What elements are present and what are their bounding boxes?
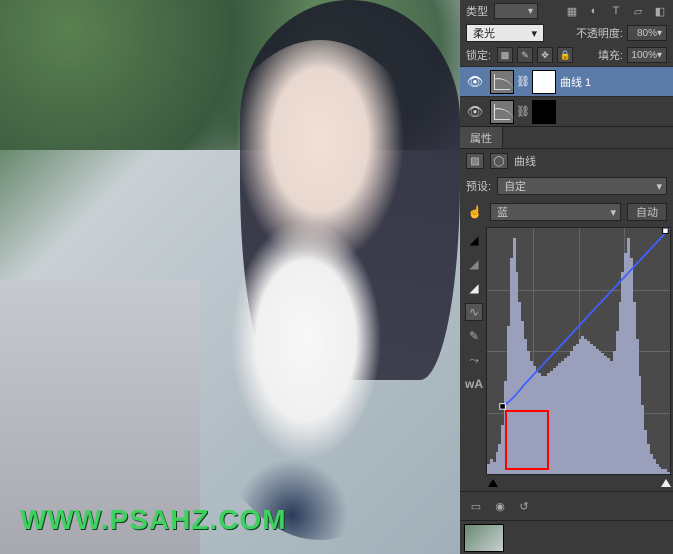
- lock-position-icon[interactable]: ✥: [537, 47, 553, 63]
- highlight-annotation: [505, 410, 549, 470]
- fill-field[interactable]: 100% ▾: [627, 47, 667, 63]
- layers-panel: 类型 ▾ ▦ ◐ T ▱ ◧ 柔光 ▾ 不透明度: 80%: [460, 0, 673, 127]
- layer-row[interactable]: 👁 ⛓: [460, 96, 673, 126]
- filter-smart-icon[interactable]: ◧: [653, 4, 667, 18]
- input-slider-row[interactable]: [486, 475, 673, 491]
- blend-mode-value: 柔光: [473, 25, 495, 41]
- blend-row: 柔光 ▾ 不透明度: 80% ▾: [460, 22, 673, 44]
- reset-icon[interactable]: ↺: [516, 498, 532, 514]
- chevron-down-icon: ▾: [656, 180, 662, 193]
- blend-mode-select[interactable]: 柔光 ▾: [466, 24, 544, 42]
- curve-graph[interactable]: [486, 227, 671, 475]
- smooth-tool-icon[interactable]: ⤳: [465, 351, 483, 369]
- link-icon: ⛓: [516, 105, 530, 118]
- curve-point-tool-icon[interactable]: ∿: [465, 303, 483, 321]
- watermark-text: WWW.PSAHZ.COM: [20, 504, 287, 536]
- filter-pixel-icon[interactable]: ▦: [565, 4, 579, 18]
- link-icon: ⛓: [516, 75, 530, 88]
- black-point-slider[interactable]: [488, 479, 498, 487]
- panel-stack: 类型 ▾ ▦ ◐ T ▱ ◧ 柔光 ▾ 不透明度: 80%: [460, 0, 673, 554]
- fill-value: 100%: [631, 50, 657, 61]
- properties-title: 曲线: [514, 153, 536, 169]
- adjustment-thumb[interactable]: [490, 70, 514, 94]
- photo-figure: [180, 40, 460, 540]
- fill-group: 填充: 100% ▾: [598, 47, 667, 63]
- layer-thumbs: ⛓: [490, 100, 556, 124]
- properties-panel: 属性 ▨ ◯ 曲线 预设: 自定 ▾ ☝ 蓝 ▾ 自动 ◢ ◢: [460, 127, 673, 554]
- document-preview-thumb[interactable]: [464, 524, 504, 552]
- chevron-down-icon: ▾: [528, 6, 533, 17]
- opacity-value: 80%: [637, 28, 657, 39]
- preset-label: 预设:: [466, 178, 491, 194]
- lock-pixels-icon[interactable]: ✎: [517, 47, 533, 63]
- eyedropper-gray-icon[interactable]: ◢: [465, 255, 483, 273]
- filter-adjust-icon[interactable]: ◐: [587, 4, 601, 18]
- white-point-slider[interactable]: [661, 479, 671, 487]
- curves-icon[interactable]: ▨: [466, 153, 484, 169]
- layer-list: 👁 ⛓ 曲线 1 👁 ⛓: [460, 66, 673, 126]
- clip-to-layer-icon[interactable]: ▭: [468, 498, 484, 514]
- preset-select[interactable]: 自定 ▾: [497, 177, 667, 195]
- channel-row: ☝ 蓝 ▾ 自动: [460, 199, 673, 225]
- target-adjust-icon[interactable]: ☝: [466, 203, 484, 221]
- canvas-area: WWW.PSAHZ.COM: [0, 0, 460, 554]
- opacity-group: 不透明度: 80% ▾: [576, 25, 667, 41]
- adjustment-thumb[interactable]: [490, 100, 514, 124]
- fill-label: 填充:: [598, 47, 623, 63]
- visibility-toggle-icon[interactable]: 👁: [464, 74, 486, 90]
- filter-text-icon[interactable]: T: [609, 4, 623, 18]
- curve-line: [487, 228, 670, 411]
- bottom-bar: [460, 520, 673, 554]
- preset-value: 自定: [504, 178, 526, 194]
- filter-icon-row: ▦ ◐ T ▱ ◧: [565, 4, 667, 18]
- layer-row[interactable]: 👁 ⛓ 曲线 1: [460, 66, 673, 96]
- auto-button[interactable]: 自动: [627, 203, 667, 221]
- channel-select[interactable]: 蓝 ▾: [490, 203, 621, 221]
- lock-transparent-icon[interactable]: ▩: [497, 47, 513, 63]
- chevron-down-icon: ▾: [610, 206, 616, 219]
- opacity-label: 不透明度:: [576, 25, 623, 41]
- opacity-field[interactable]: 80% ▾: [627, 25, 667, 41]
- type-filter-select[interactable]: ▾: [494, 3, 538, 19]
- lock-all-icon[interactable]: 🔒: [557, 47, 573, 63]
- filter-shape-icon[interactable]: ▱: [631, 4, 645, 18]
- layer-filter-row: 类型 ▾ ▦ ◐ T ▱ ◧: [460, 0, 673, 22]
- chevron-down-icon: ▾: [531, 27, 537, 40]
- mask-thumb[interactable]: [532, 100, 556, 124]
- curve-area: ◢ ◢ ◢ ∿ ✎ ⤳ wA: [460, 225, 673, 491]
- type-label: 类型: [466, 3, 488, 19]
- chevron-down-icon: ▾: [657, 50, 662, 61]
- properties-tab-bar: 属性: [460, 127, 673, 149]
- view-previous-icon[interactable]: ◉: [492, 498, 508, 514]
- lock-icons: ▩ ✎ ✥ 🔒: [497, 47, 573, 63]
- curve-tool-column: ◢ ◢ ◢ ∿ ✎ ⤳ wA: [462, 227, 486, 491]
- hand-tool-icon[interactable]: wA: [465, 375, 483, 393]
- tab-properties[interactable]: 属性: [460, 127, 503, 148]
- mask-thumb[interactable]: [532, 70, 556, 94]
- lock-label: 锁定:: [466, 47, 491, 63]
- mask-icon[interactable]: ◯: [490, 153, 508, 169]
- preset-row: 预设: 自定 ▾: [460, 173, 673, 199]
- properties-title-row: ▨ ◯ 曲线: [460, 149, 673, 173]
- properties-footer: ▭ ◉ ↺: [460, 491, 673, 520]
- channel-value: 蓝: [497, 204, 508, 220]
- layer-name: 曲线 1: [560, 74, 591, 90]
- eyedropper-black-icon[interactable]: ◢: [465, 231, 483, 249]
- visibility-toggle-icon[interactable]: 👁: [464, 104, 486, 120]
- chevron-down-icon: ▾: [657, 28, 662, 39]
- lock-row: 锁定: ▩ ✎ ✥ 🔒 填充: 100% ▾: [460, 44, 673, 66]
- eyedropper-white-icon[interactable]: ◢: [465, 279, 483, 297]
- curve-pencil-tool-icon[interactable]: ✎: [465, 327, 483, 345]
- layer-thumbs: ⛓: [490, 70, 556, 94]
